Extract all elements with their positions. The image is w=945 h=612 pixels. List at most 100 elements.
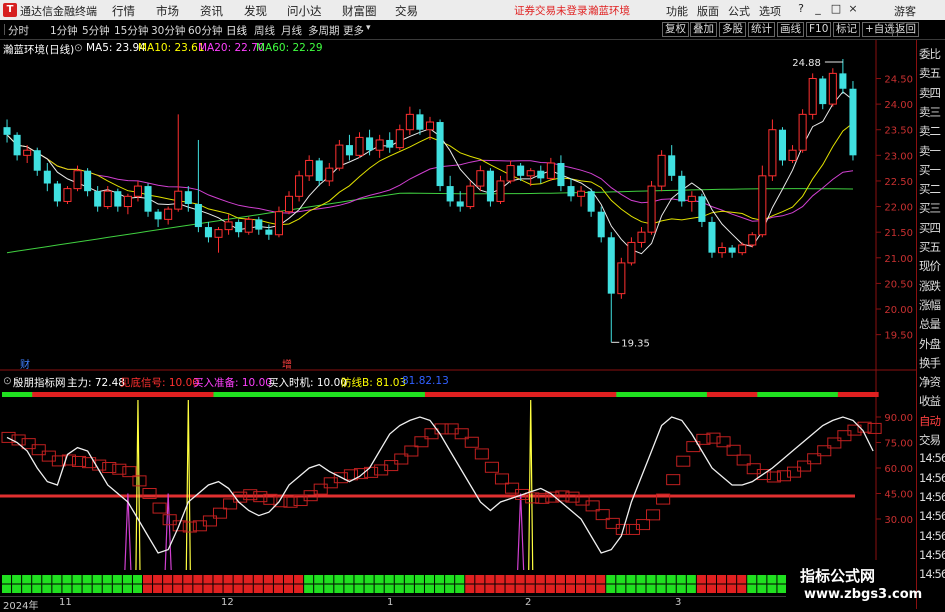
- status-strip-cell: [505, 392, 517, 397]
- status-strip-cell: [72, 392, 84, 397]
- status-strip-cell: [706, 392, 718, 397]
- status-strip-cell: [797, 392, 809, 397]
- candle-body: [657, 154, 666, 187]
- candle-body: [597, 211, 605, 238]
- status-strip-cell: [22, 392, 33, 397]
- date-axis: 2024年 11 12 1 2 3: [0, 596, 916, 612]
- sidebar-item[interactable]: 涨跌: [919, 278, 945, 294]
- sidebar-item[interactable]: 卖三: [919, 104, 945, 120]
- defense-box: [787, 466, 802, 478]
- sidebar-item[interactable]: 14:56: [919, 548, 945, 562]
- defense-box: [374, 464, 389, 476]
- legend-settings-icon[interactable]: ⊙: [74, 42, 83, 54]
- mairu-shiji-legend: 买入时机: 10.00: [268, 377, 347, 389]
- y-tick-label: 22.00: [884, 203, 913, 214]
- sidebar-item[interactable]: 卖一: [919, 143, 945, 159]
- defense-box: [384, 460, 399, 472]
- status-strip-cell: [364, 392, 376, 397]
- status-strip-cell: [827, 392, 839, 397]
- signal-spike: [135, 399, 141, 571]
- candle-body: [305, 159, 314, 177]
- defense-box: [122, 466, 137, 478]
- date-label-1: 1: [387, 597, 394, 608]
- stock-label: 瀚蓝环境(日线): [3, 44, 75, 56]
- candle-body: [144, 186, 152, 212]
- candle-body: [174, 190, 183, 210]
- candle-body: [758, 175, 767, 236]
- ma5-legend: MA5: 23.94: [86, 42, 146, 54]
- candle-body: [23, 149, 32, 156]
- sidebar-item[interactable]: 14:56: [919, 529, 945, 543]
- sidebar-item[interactable]: 买四: [919, 220, 945, 236]
- status-strip-cell: [92, 392, 104, 397]
- kline-chart[interactable]: 24.50 24.00 23.50 23.00 22.50 22.00 21.50 21.00…: [0, 0, 916, 596]
- low-price-label: 19.35: [621, 338, 650, 349]
- status-strip-cell: [737, 392, 748, 397]
- status-strip-cell: [142, 392, 154, 397]
- sidebar-item[interactable]: 买二: [919, 181, 945, 197]
- sidebar-item[interactable]: 换手: [919, 355, 945, 371]
- status-strip-cell: [2, 392, 13, 397]
- candle-body: [577, 190, 586, 197]
- high-price-label: 24.88: [792, 58, 821, 69]
- ma20-legend: MA20: 22.70: [198, 42, 265, 54]
- status-strip-cell: [767, 392, 778, 397]
- candle-body: [84, 170, 92, 192]
- sidebar-item[interactable]: 买五: [919, 239, 945, 255]
- sidebar-item[interactable]: 交易: [919, 432, 945, 448]
- status-strip-cell: [747, 392, 758, 397]
- y-tick-label: 23.50: [884, 126, 913, 137]
- defense-box: [676, 455, 691, 467]
- sidebar-item[interactable]: 卖四: [919, 85, 945, 101]
- sidebar-item[interactable]: 总量: [919, 316, 945, 332]
- sidebar-item[interactable]: 14:56: [919, 451, 945, 465]
- sidebar-item[interactable]: 现价: [919, 258, 945, 274]
- sidebar-item[interactable]: 外盘: [919, 336, 945, 352]
- candle-body: [708, 221, 716, 253]
- status-strip-cell: [847, 392, 859, 397]
- defense-box: [31, 444, 46, 456]
- sidebar-item[interactable]: 买一: [919, 162, 945, 178]
- candle-body: [517, 165, 525, 176]
- candle-body: [567, 186, 575, 197]
- candle-body: [506, 165, 515, 182]
- candle-body: [466, 185, 475, 208]
- watermark-title: 指标公式网: [800, 567, 876, 585]
- signal-spike: [528, 399, 534, 571]
- status-strip-cell: [223, 392, 235, 397]
- candle-body: [476, 170, 485, 187]
- status-strip-cell: [757, 392, 768, 397]
- ma60-legend: MA60: 22.29: [256, 42, 323, 54]
- sidebar-item[interactable]: 收益: [919, 393, 945, 409]
- candle-body: [204, 227, 212, 238]
- status-strip-cell: [62, 392, 73, 397]
- candle-body: [748, 234, 757, 246]
- sidebar-item[interactable]: 14:56: [919, 567, 945, 581]
- candle-body: [436, 122, 444, 187]
- sidebar-item[interactable]: 自动: [919, 413, 945, 429]
- sidebar-item[interactable]: 委比: [919, 46, 945, 62]
- ma5-line: [6, 91, 854, 255]
- status-strip-cell: [42, 392, 53, 397]
- sub-settings-icon[interactable]: ⊙: [3, 375, 12, 387]
- sidebar-item[interactable]: 卖五: [919, 65, 945, 81]
- sidebar-item[interactable]: 14:56: [919, 471, 945, 485]
- sidebar-item[interactable]: 买三: [919, 200, 945, 216]
- watermark-url: www.zbgs3.com: [804, 587, 923, 602]
- candle-body: [235, 221, 243, 233]
- status-strip-cell: [384, 392, 396, 397]
- status-strip-cell: [344, 392, 355, 397]
- candle-body: [386, 139, 394, 148]
- sidebar-item[interactable]: 卖二: [919, 123, 945, 139]
- defense-box: [797, 460, 812, 472]
- sidebar-item[interactable]: 14:56: [919, 509, 945, 523]
- defense-box: [484, 461, 499, 473]
- candle-body: [63, 188, 72, 202]
- status-strip-cell: [616, 392, 627, 397]
- sidebar-item[interactable]: 净资: [919, 374, 945, 390]
- candle-body: [13, 134, 21, 156]
- sidebar-item[interactable]: 涨幅: [919, 297, 945, 313]
- candle-body: [325, 167, 334, 182]
- status-strip-cell: [435, 392, 446, 397]
- sidebar-item[interactable]: 14:56: [919, 490, 945, 504]
